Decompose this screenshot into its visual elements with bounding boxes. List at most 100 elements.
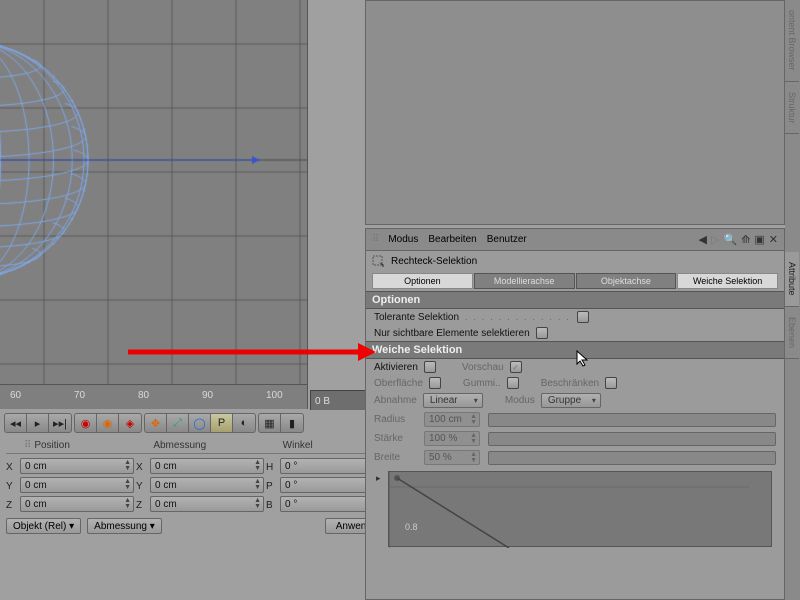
axis-label: Y: [6, 477, 18, 495]
viewport-3d[interactable]: [0, 0, 308, 385]
axis-label: Y: [136, 477, 148, 495]
ruler-tick: 60: [10, 390, 21, 401]
record-button[interactable]: ◉: [75, 414, 97, 432]
new-window-icon[interactable]: ▣: [754, 233, 764, 246]
ruler-tick: 100: [266, 390, 283, 401]
tool-title: Rechteck-Selektion: [391, 256, 477, 267]
slider-breite[interactable]: [488, 451, 776, 465]
menu-benutzer[interactable]: Benutzer: [487, 234, 527, 245]
pla-button[interactable]: ◐: [233, 414, 255, 432]
lock-icon[interactable]: ⟰: [741, 233, 750, 246]
combo-modus[interactable]: Gruppe: [541, 393, 601, 408]
ruler-tick: 80: [138, 390, 149, 401]
section-weiche-selektion: Weiche Selektion: [366, 341, 784, 359]
goto-end-button[interactable]: ▸▸|: [49, 414, 71, 432]
tab-modellierachse[interactable]: Modellierachse: [474, 273, 575, 289]
combo-abnahme[interactable]: Linear: [423, 393, 483, 408]
sidetab-struktur[interactable]: Struktur: [785, 82, 799, 135]
graph-tick-label: 0.8: [405, 522, 418, 532]
field-breite[interactable]: 50 %▲▼: [424, 450, 480, 465]
sidetab-ebenen[interactable]: Ebenen: [785, 307, 799, 359]
keyframe-button[interactable]: ◈: [119, 414, 141, 432]
viewport-canvas: [0, 0, 308, 385]
options-button[interactable]: ▦: [259, 414, 281, 432]
label-gummi: Gummi..: [463, 378, 501, 389]
checkbox-beschraenken: [605, 377, 617, 389]
search-icon[interactable]: 🔍: [723, 233, 737, 246]
checkbox-gummi: [507, 377, 519, 389]
checkbox-oberflaeche: [429, 377, 441, 389]
dimension-combo[interactable]: Abmessung ▾: [87, 518, 162, 534]
menu-modus[interactable]: Modus: [388, 234, 418, 245]
label-vorschau: Vorschau: [462, 362, 504, 373]
axis-label: Z: [6, 496, 18, 514]
attribute-manager: ⠿ Modus Bearbeiten Benutzer ◀ ▷ 🔍 ⟰ ▣ ✕ …: [365, 228, 785, 600]
label-modus: Modus: [505, 395, 535, 406]
checkbox-tolerant[interactable]: [577, 311, 589, 323]
nav-back-icon[interactable]: ◀: [699, 233, 707, 246]
menu-bearbeiten[interactable]: Bearbeiten: [428, 234, 476, 245]
label-breite: Breite: [374, 452, 418, 463]
field-staerke[interactable]: 100 %▲▼: [424, 431, 480, 446]
field-radius[interactable]: 100 cm▲▼: [424, 412, 480, 427]
tab-optionen[interactable]: Optionen: [372, 273, 473, 289]
coord-mode-combo[interactable]: Objekt (Rel) ▾: [6, 518, 81, 534]
play-button[interactable]: ▸: [27, 414, 49, 432]
axis-label: Z: [136, 496, 148, 514]
axis-label: H: [266, 458, 278, 476]
dimension-header: Abmessung: [153, 440, 206, 451]
clapper-icon[interactable]: ▮: [281, 414, 303, 432]
rotate-key-button[interactable]: ◯: [189, 414, 211, 432]
axis-label: P: [266, 477, 278, 495]
slider-radius[interactable]: [488, 413, 776, 427]
rect-select-tool-icon: [372, 255, 385, 268]
side-tab-bar: ontent Browser Struktur Attribute Ebenen: [785, 0, 800, 600]
axis-label: B: [266, 496, 278, 514]
playback-toolbar: ◂◂ ▸ ▸▸| ◉ ◉ ◈ ✥ ⤢ ◯ P ◐ ▦ ▮: [0, 410, 400, 436]
graph-expand-icon[interactable]: ▸: [376, 473, 381, 484]
label-beschraenken: Beschränken: [541, 378, 599, 389]
position-header: Position: [34, 440, 70, 451]
dim-x-input[interactable]: 0 cm▲▼: [150, 458, 264, 474]
angle-header: Winkel: [283, 440, 313, 451]
label-aktivieren: Aktivieren: [374, 362, 418, 373]
frame-counter[interactable]: 0 B: [310, 390, 370, 412]
timeline-ruler[interactable]: 60 70 80 90 100: [0, 385, 308, 409]
param-button[interactable]: P: [211, 414, 233, 432]
checkbox-visible-only[interactable]: [536, 327, 548, 339]
preview-panel: [365, 0, 785, 225]
label-oberflaeche: Oberfläche: [374, 378, 423, 389]
axis-label: X: [136, 458, 148, 476]
nav-fwd-icon[interactable]: ▷: [711, 233, 719, 246]
falloff-graph[interactable]: 0.8: [388, 471, 772, 547]
tab-objektachse[interactable]: Objektachse: [576, 273, 677, 289]
axis-label: X: [6, 458, 18, 476]
pos-y-input[interactable]: 0 cm▲▼: [20, 477, 134, 493]
ruler-tick: 90: [202, 390, 213, 401]
pos-x-input[interactable]: 0 cm▲▼: [20, 458, 134, 474]
scale-key-button[interactable]: ⤢: [167, 414, 189, 432]
slider-staerke[interactable]: [488, 432, 776, 446]
tab-weiche-selektion[interactable]: Weiche Selektion: [677, 273, 778, 289]
label-abnahme: Abnahme: [374, 395, 417, 406]
sidetab-content-browser[interactable]: ontent Browser: [785, 0, 799, 82]
sidetab-attribute[interactable]: Attribute: [785, 252, 799, 307]
label-radius: Radius: [374, 414, 418, 425]
checkbox-aktivieren[interactable]: [424, 361, 436, 373]
dim-z-input[interactable]: 0 cm▲▼: [150, 496, 264, 512]
autokey-button[interactable]: ◉: [97, 414, 119, 432]
dim-y-input[interactable]: 0 cm▲▼: [150, 477, 264, 493]
pos-z-input[interactable]: 0 cm▲▼: [20, 496, 134, 512]
grip-icon: ⠿: [24, 440, 30, 451]
coordinates-panel: ⠿Position Abmessung Winkel X0 cm▲▼X0 cm▲…: [0, 438, 400, 536]
label-visible-only: Nur sichtbare Elemente selektieren: [374, 328, 530, 339]
checkbox-vorschau: ✓: [510, 361, 522, 373]
grip-icon: ⠿: [372, 234, 378, 245]
label-tolerant: Tolerante Selektion: [374, 312, 459, 323]
move-key-button[interactable]: ✥: [145, 414, 167, 432]
ruler-tick: 70: [74, 390, 85, 401]
close-icon[interactable]: ✕: [769, 233, 778, 246]
label-staerke: Stärke: [374, 433, 418, 444]
dotted-leader: . . . . . . . . . . . . .: [465, 313, 571, 322]
goto-start-button[interactable]: ◂◂: [5, 414, 27, 432]
